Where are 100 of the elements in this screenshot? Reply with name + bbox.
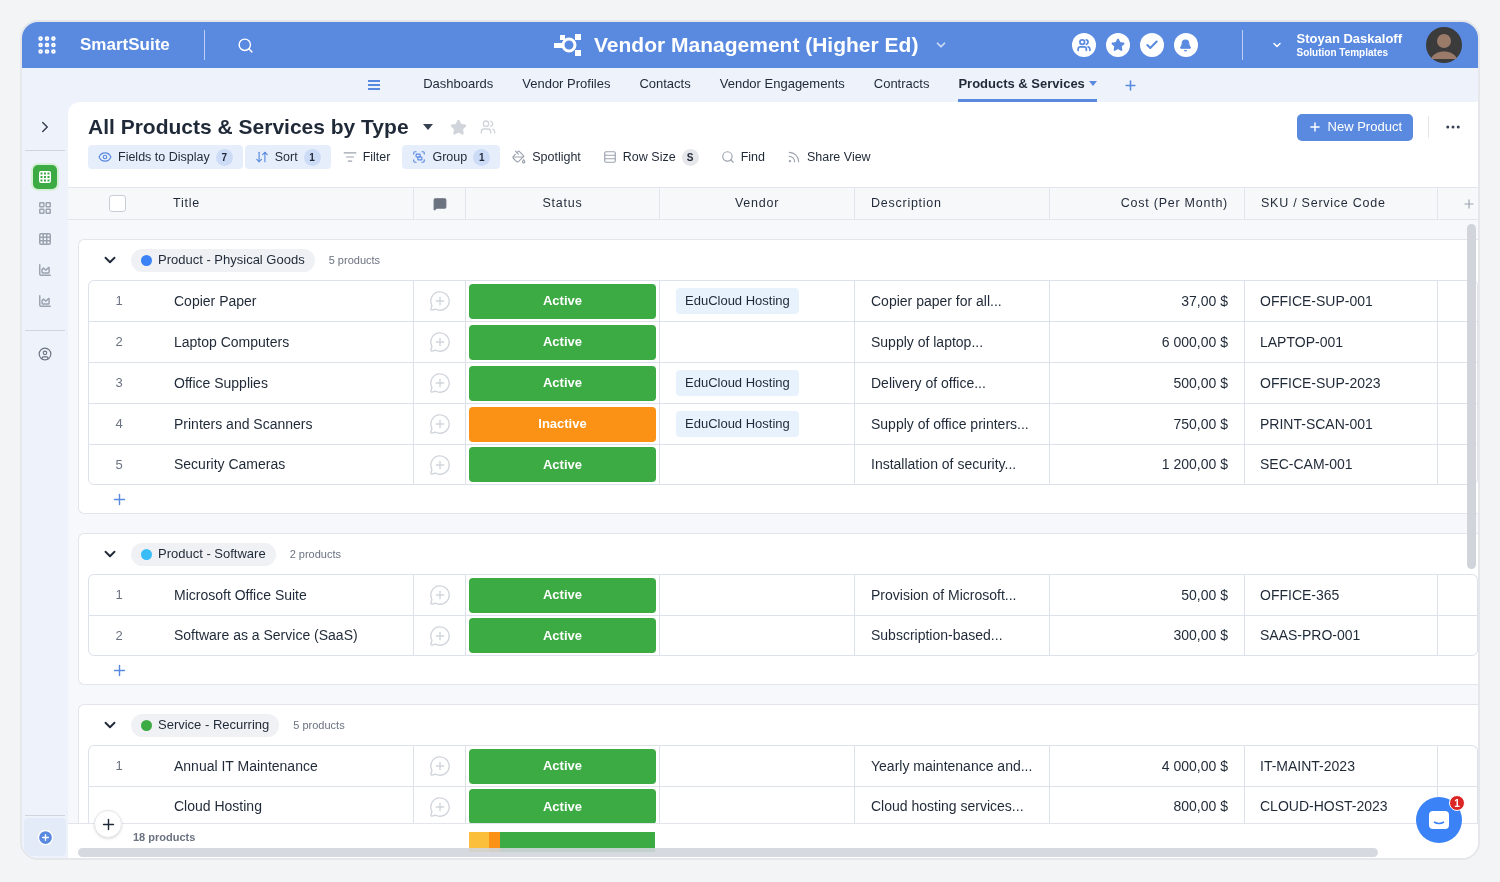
nav-tab[interactable]: Vendor Profiles (522, 68, 611, 102)
apps-grid-icon[interactable] (36, 34, 58, 56)
description-cell-text: Installation of security... (871, 455, 1017, 474)
group-label: Product - Physical Goods (131, 248, 315, 272)
column-header[interactable]: Title (173, 194, 200, 213)
add-tab-icon[interactable] (1123, 77, 1139, 93)
toolbar-button[interactable]: Sort 1 (244, 145, 331, 169)
toolbar-button[interactable]: Filter (332, 145, 401, 169)
row-number: 5 (115, 455, 123, 474)
count-badge: 1 (473, 148, 491, 166)
sku-cell-text: SEC-CAM-001 (1260, 455, 1353, 474)
row-number: 4 (115, 415, 123, 434)
caret-icon (1088, 81, 1097, 86)
nav-tab[interactable]: Contracts (873, 68, 930, 102)
record-count: 18 products (133, 830, 196, 845)
title-cell-text: Annual IT Maintenance (174, 756, 318, 776)
nav-tab[interactable]: Dashboards (423, 68, 494, 102)
title-cell-text: Copier Paper (174, 291, 257, 311)
column-header[interactable]: Cost (Per Month) (1120, 194, 1228, 213)
toolbar-button[interactable]: Find (710, 145, 775, 169)
app-logo: SmartSuite (80, 34, 170, 57)
column-header[interactable]: Status (542, 194, 583, 213)
bell-icon[interactable] (1173, 33, 1198, 57)
group-count: 5 products (293, 717, 345, 733)
description-cell-text: Provision of Microsoft... (871, 585, 1017, 605)
plus-icon (36, 828, 54, 846)
view-button[interactable] (33, 165, 57, 189)
toolbar-button[interactable]: Fields to Display 7 (88, 145, 243, 169)
view-title: All Products & Services by Type (88, 114, 409, 141)
description-cell-text: Subscription-based... (871, 626, 1003, 645)
title-cell-text: Laptop Computers (174, 332, 290, 352)
user-icon[interactable] (38, 347, 52, 361)
chart-icon (38, 263, 52, 277)
add-view-button[interactable] (24, 818, 66, 856)
horizontal-scrollbar[interactable] (78, 848, 1378, 857)
sku-cell-text: OFFICE-SUP-2023 (1260, 373, 1381, 393)
toolbar-button[interactable]: Share View (776, 145, 881, 169)
menu-icon[interactable] (367, 80, 380, 90)
team-icon[interactable] (1071, 33, 1096, 57)
cost-cell-text: 300,00 $ (1173, 626, 1228, 645)
add-column-icon[interactable] (1462, 196, 1476, 211)
grid-icon (38, 201, 52, 215)
sku-cell-text: OFFICE-365 (1260, 585, 1340, 605)
network-icon (554, 33, 584, 57)
title-cell-text: Cloud Hosting (174, 797, 262, 816)
vendor-tag[interactable]: EduCloud Hosting (676, 288, 799, 314)
count-badge: 7 (215, 148, 233, 166)
row-number: 1 (115, 292, 123, 311)
rss-icon (786, 150, 801, 164)
row-number: 3 (115, 374, 123, 393)
column-header[interactable]: Description (871, 194, 942, 213)
toolbar-button[interactable]: Spotlight (502, 145, 591, 169)
group-icon (412, 150, 427, 164)
title-cell-text: Microsoft Office Suite (174, 585, 307, 605)
star-icon[interactable] (449, 118, 467, 136)
nav-tab[interactable]: Contacts (639, 68, 691, 102)
cost-cell-text: 50,00 $ (1181, 585, 1228, 605)
title-cell-text: Printers and Scanners (174, 414, 313, 434)
sku-cell-text: PRINT-SCAN-001 (1260, 414, 1373, 434)
vendor-tag[interactable]: EduCloud Hosting (676, 370, 799, 396)
plus-icon (1307, 120, 1322, 134)
sku-cell-text: IT-MAINT-2023 (1260, 756, 1355, 776)
avatar[interactable] (1426, 27, 1462, 63)
grid-icon (38, 170, 52, 184)
description-cell-text: Supply of laptop... (871, 332, 984, 352)
description-cell-text: Cloud hosting services... (871, 797, 1024, 816)
count-badge: 1 (303, 148, 321, 166)
description-cell-text: Yearly maintenance and... (871, 756, 1033, 776)
select-all-checkbox[interactable] (109, 195, 126, 212)
nav-tab[interactable]: Vendor Engagements (719, 68, 845, 102)
row-number: 2 (115, 333, 123, 352)
caret-icon[interactable] (422, 124, 433, 130)
grid-icon (38, 232, 52, 246)
vertical-scrollbar[interactable] (1467, 224, 1476, 569)
toolbar-button[interactable]: Group 1 (402, 145, 501, 169)
title-cell-text: Security Cameras (174, 455, 286, 474)
workspace-title: Vendor Management (Higher Ed) (594, 32, 919, 59)
search-icon (720, 150, 735, 164)
vendor-tag[interactable]: EduCloud Hosting (676, 411, 799, 437)
cost-cell-text: 4 000,00 $ (1161, 756, 1228, 776)
cost-cell-text: 800,00 $ (1173, 797, 1228, 816)
column-header[interactable]: SKU / Service Code (1261, 194, 1386, 213)
title-cell-text: Office Supplies (174, 373, 268, 393)
sku-cell-text: SAAS-PRO-001 (1260, 626, 1361, 645)
column-header[interactable]: Vendor (734, 194, 780, 213)
filter-icon (342, 150, 357, 164)
paint-bucket-icon (512, 150, 527, 164)
cost-cell-text: 1 200,00 $ (1161, 455, 1228, 474)
description-cell-text: Delivery of office... (871, 373, 986, 393)
check-icon[interactable] (1139, 33, 1164, 57)
row-size-icon (602, 150, 617, 164)
sort-icon (254, 150, 269, 164)
sku-cell-text: OFFICE-SUP-001 (1260, 291, 1373, 311)
user-name: Stoyan Daskaloff (1296, 30, 1402, 47)
toolbar-button[interactable]: Row Size S (592, 145, 709, 169)
cost-cell-text: 37,00 $ (1181, 291, 1228, 311)
comments-icon (432, 196, 447, 211)
search-icon[interactable] (236, 36, 254, 54)
group-label: Service - Recurring (131, 713, 280, 737)
group-count: 5 products (328, 252, 381, 268)
